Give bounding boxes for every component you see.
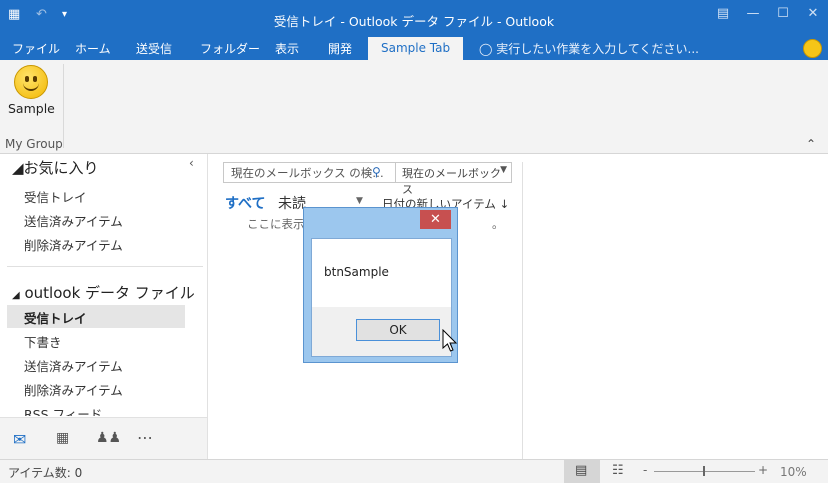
feedback-smiley-icon[interactable] (803, 39, 822, 58)
zoom-level[interactable]: 10% (780, 465, 807, 479)
ribbon-group-label: My Group (5, 137, 63, 151)
folder-sent[interactable]: 送信済みアイテム (24, 356, 123, 375)
calendar-icon[interactable]: ▦ (56, 430, 69, 446)
ribbon-panel: Sample My Group ⌃ (0, 60, 828, 154)
close-window-button[interactable]: ✕ (802, 6, 824, 24)
filter-all[interactable]: すべて (225, 193, 265, 213)
tell-me-text: 実行したい作業を入力してください... (496, 42, 699, 56)
empty-message-end: 。 (492, 217, 504, 231)
reading-view-icon[interactable]: ☷ (612, 463, 624, 478)
ribbon-display-options-icon[interactable]: ▤ (712, 6, 734, 24)
sample-button[interactable]: Sample (8, 101, 55, 116)
favorites-header[interactable]: ◢お気に入り (12, 157, 99, 178)
datafile-header-label: outlook データ ファイル (24, 284, 195, 302)
lightbulb-icon: ◯ (479, 42, 493, 56)
folder-rss[interactable]: RSS フィード (24, 404, 102, 416)
tab-file[interactable]: ファイル (12, 40, 60, 57)
people-icon[interactable]: ♟♟ (96, 430, 121, 446)
mail-icon[interactable]: ✉ (13, 430, 26, 449)
dialog-body: btnSample OK (311, 238, 458, 357)
search-scope-value: 現在のメールボックス (402, 167, 501, 196)
status-bar: アイテム数: 0 ▤ ☷ - + 10% (0, 459, 828, 483)
tab-folder[interactable]: フォルダー (200, 40, 260, 57)
tab-view[interactable]: 表示 (275, 40, 299, 57)
zoom-in-button[interactable]: + (758, 463, 768, 477)
more-icon[interactable]: ⋯ (137, 428, 153, 447)
tab-send-receive[interactable]: 送受信 (136, 40, 172, 57)
tab-developer[interactable]: 開発 (328, 40, 352, 57)
search-placeholder: 現在のメールボックス の検… (231, 166, 384, 180)
sort-arrow-icon: ↓ (499, 197, 510, 211)
favorites-header-label: お気に入り (23, 159, 99, 177)
normal-view-button[interactable]: ▤ (564, 460, 600, 483)
zoom-slider-thumb[interactable] (703, 466, 705, 476)
folder-drafts[interactable]: 下書き (24, 332, 62, 351)
chevron-down-icon: ▼ (500, 165, 507, 175)
collapse-ribbon-icon[interactable]: ⌃ (806, 137, 816, 151)
folder-inbox[interactable]: 受信トレイ (24, 308, 87, 327)
item-count: アイテム数: 0 (8, 466, 83, 480)
search-icon[interactable]: ⚲ (372, 165, 381, 179)
favorite-inbox[interactable]: 受信トレイ (24, 187, 87, 206)
datafile-header[interactable]: ◢ outlook データ ファイル (12, 282, 195, 303)
ok-button[interactable]: OK (356, 319, 440, 341)
search-scope-dropdown[interactable]: 現在のメールボックス ▼ (395, 162, 512, 196)
filter-unread[interactable]: 未読 (278, 193, 306, 213)
tell-me-search[interactable]: ◯ 実行したい作業を入力してください... (479, 40, 699, 57)
tab-sample[interactable]: Sample Tab (368, 37, 464, 60)
search-input[interactable]: 現在のメールボックス の検… ⚲ (223, 162, 397, 183)
favorite-sent[interactable]: 送信済みアイテム (24, 211, 123, 230)
collapse-pane-icon[interactable]: ‹ (189, 156, 194, 170)
module-switcher: ✉ ▦ ♟♟ ⋯ (0, 417, 207, 460)
title-bar: ▦ ↶ ▾ 受信トレイ - Outlook データ ファイル - Outlook… (0, 0, 828, 37)
dialog-message-area: btnSample (312, 239, 451, 307)
dialog-message: btnSample (324, 265, 389, 279)
zoom-out-button[interactable]: - (643, 463, 647, 477)
reading-pane-divider (522, 162, 523, 459)
minimize-button[interactable]: — (742, 6, 764, 24)
mouse-cursor-icon (442, 329, 458, 352)
folder-deleted[interactable]: 削除済みアイテム (24, 380, 123, 399)
message-dialog: ✕ btnSample OK (303, 207, 458, 363)
folder-pane: ‹ ◢お気に入り 受信トレイ 送信済みアイテム 削除済みアイテム ◢ outlo… (0, 154, 208, 459)
smiley-mouth (23, 81, 39, 91)
favorite-deleted[interactable]: 削除済みアイテム (24, 235, 123, 254)
tab-home[interactable]: ホーム (75, 40, 111, 57)
ribbon-tab-bar: ファイル ホーム 送受信 フォルダー 表示 開発 Sample Tab ◯ 実行… (0, 37, 828, 60)
normal-view-icon: ▤ (575, 463, 588, 478)
smiley-icon[interactable] (14, 65, 48, 99)
nav-divider (7, 266, 203, 267)
dialog-close-button[interactable]: ✕ (420, 210, 451, 229)
window-title: 受信トレイ - Outlook データ ファイル - Outlook (273, 14, 555, 29)
maximize-button[interactable]: ☐ (772, 6, 794, 24)
filter-dropdown-icon[interactable]: ▼ (356, 196, 363, 206)
group-separator (63, 64, 64, 148)
